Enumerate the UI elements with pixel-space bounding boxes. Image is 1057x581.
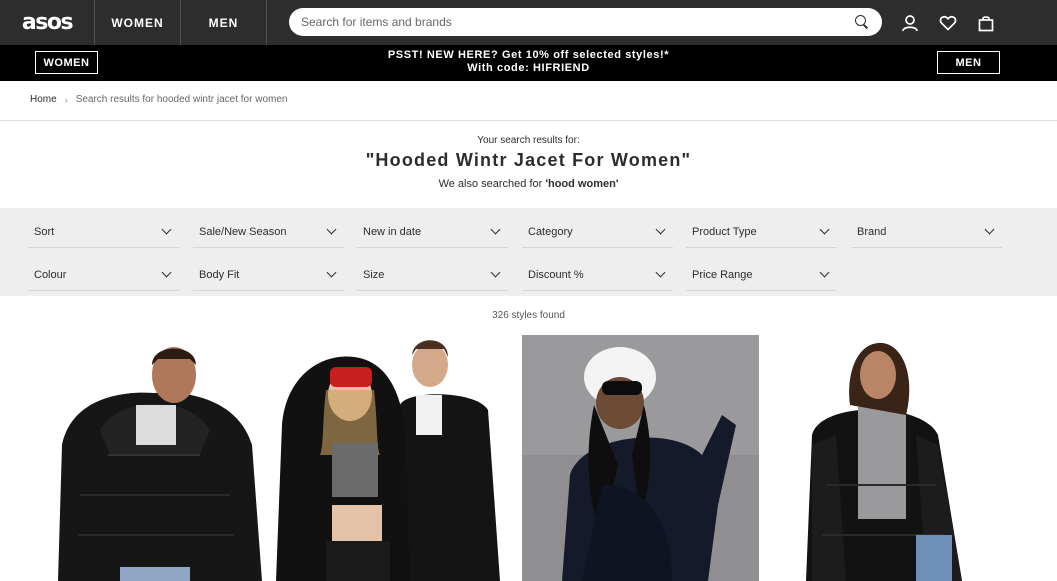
tab-men[interactable]: MEN xyxy=(181,0,267,45)
filter-label: New in date xyxy=(363,225,422,238)
also-searched: We also searched for 'hood women' xyxy=(0,178,1057,190)
filter-label: Size xyxy=(363,268,385,281)
bag-icon[interactable] xyxy=(974,11,998,35)
promo-line-1: PSST! NEW HERE? Get 10% off selected sty… xyxy=(387,49,670,61)
chevron-down-icon xyxy=(655,224,666,235)
filter-product-type[interactable]: Product Type xyxy=(686,216,837,248)
filter-body-fit[interactable]: Body Fit xyxy=(193,259,344,291)
chevron-down-icon xyxy=(490,267,501,278)
results-label: Your search results for: xyxy=(477,135,580,146)
filter-label: Price Range xyxy=(692,268,753,281)
product-image[interactable] xyxy=(40,335,268,581)
filter-label: Body Fit xyxy=(199,268,240,281)
chevron-down-icon xyxy=(819,224,830,235)
filter-label: Brand xyxy=(857,225,887,238)
promo-line-2: With code: HIFRIEND xyxy=(467,62,590,74)
also-searched-prefix: We also searched for xyxy=(438,178,543,190)
filter-new-in-date[interactable]: New in date xyxy=(357,216,508,248)
breadcrumb-home[interactable]: Home xyxy=(30,94,57,105)
filter-brand[interactable]: Brand xyxy=(851,216,1002,248)
chevron-down-icon xyxy=(655,267,666,278)
filter-discount[interactable]: Discount % xyxy=(522,259,673,291)
chevron-down-icon xyxy=(984,224,995,235)
search-icon[interactable] xyxy=(854,14,870,30)
chevron-down-icon xyxy=(326,224,337,235)
asos-logo[interactable]: asos xyxy=(0,0,95,45)
promo-banner: WOMEN PSST! NEW HERE? Get 10% off select… xyxy=(0,45,1057,81)
divider xyxy=(0,120,1057,121)
breadcrumb: Home › Search results for hooded wintr j… xyxy=(30,94,287,105)
also-searched-term[interactable]: 'hood women' xyxy=(545,178,618,190)
search-query-title: "Hooded Wintr Jacet For Women" xyxy=(365,150,692,170)
product-image[interactable] xyxy=(522,335,759,581)
breadcrumb-current: Search results for hooded wintr jacet fo… xyxy=(75,94,288,105)
account-icon[interactable] xyxy=(898,11,922,35)
product-image[interactable] xyxy=(766,335,996,581)
filter-label: Discount % xyxy=(528,268,584,281)
chevron-down-icon xyxy=(161,267,172,278)
filter-price-range[interactable]: Price Range xyxy=(686,259,837,291)
promo-message[interactable]: PSST! NEW HERE? Get 10% off selected sty… xyxy=(0,49,1057,75)
search-input[interactable] xyxy=(301,15,854,29)
chevron-down-icon xyxy=(161,224,172,235)
chevron-down-icon xyxy=(490,224,501,235)
filter-label: Colour xyxy=(34,268,67,281)
heart-icon[interactable] xyxy=(936,11,960,35)
filter-label: Sort xyxy=(34,225,55,238)
breadcrumb-separator: › xyxy=(64,94,68,105)
product-image[interactable] xyxy=(276,335,512,581)
results-count: 326 styles found xyxy=(492,310,565,321)
chevron-down-icon xyxy=(819,267,830,278)
search-bar xyxy=(289,8,882,36)
filter-label: Category xyxy=(528,225,573,238)
filter-size[interactable]: Size xyxy=(357,259,508,291)
filter-sort[interactable]: Sort xyxy=(28,216,179,248)
filter-sale-new-season[interactable]: Sale/New Season xyxy=(193,216,344,248)
chevron-down-icon xyxy=(326,267,337,278)
filter-label: Sale/New Season xyxy=(199,225,287,238)
tab-women[interactable]: WOMEN xyxy=(95,0,181,45)
promo-men-button[interactable]: MEN xyxy=(937,51,1000,74)
filter-category[interactable]: Category xyxy=(522,216,673,248)
header-icons xyxy=(898,0,998,45)
filter-bar: Sort Sale/New Season New in date Categor… xyxy=(0,208,1057,296)
filter-label: Product Type xyxy=(692,225,757,238)
filter-colour[interactable]: Colour xyxy=(28,259,179,291)
